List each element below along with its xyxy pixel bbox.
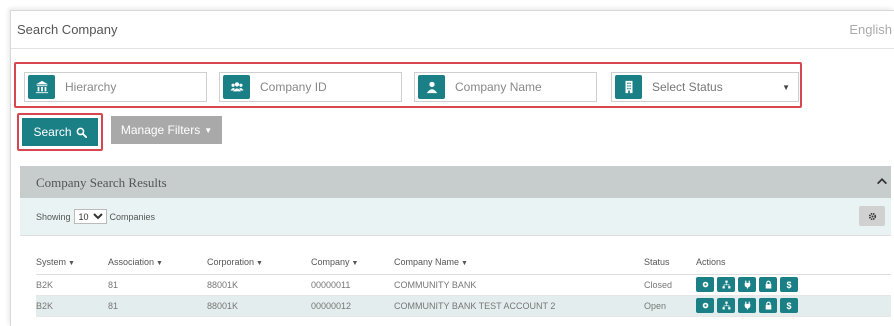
results-table: System ▼ Association ▼ Corporation ▼ Compan… xyxy=(36,250,891,317)
language-selector[interactable]: English xyxy=(849,22,892,37)
table-settings-button[interactable] xyxy=(859,206,885,226)
page-size-select[interactable]: 10 xyxy=(73,209,107,224)
status-select[interactable]: Select Status ▼ xyxy=(611,72,799,102)
company-name-input[interactable] xyxy=(455,80,585,94)
cell-status: Open xyxy=(644,295,696,317)
company-id-input[interactable] xyxy=(260,80,390,94)
column-header-system[interactable]: System ▼ xyxy=(36,250,108,275)
table-row[interactable]: B2K 81 88001K 00000012 COMMUNITY BANK TE… xyxy=(36,295,891,317)
search-button-highlight: Search xyxy=(17,113,103,151)
column-header-company-name[interactable]: Company Name ▼ xyxy=(394,250,644,275)
cell-system: B2K xyxy=(36,295,108,317)
page-title: Search Company xyxy=(17,22,118,37)
panel-title: Company Search Results xyxy=(36,175,167,190)
lock-action-icon[interactable] xyxy=(759,298,777,313)
search-button[interactable]: Search xyxy=(22,118,98,146)
company-name-field[interactable] xyxy=(414,72,597,102)
caret-down-icon: ▼ xyxy=(782,83,790,92)
manage-filters-button[interactable]: Manage Filters ▼ xyxy=(111,116,222,144)
column-header-actions: Actions xyxy=(696,250,891,275)
hierarchy-action-icon[interactable] xyxy=(717,277,735,292)
chevron-up-icon[interactable] xyxy=(875,174,889,188)
dollar-action-icon[interactable]: $ xyxy=(780,298,798,313)
cell-status: Closed xyxy=(644,274,696,296)
page-header: Search Company English xyxy=(11,11,894,49)
settings-action-icon[interactable] xyxy=(696,298,714,313)
user-icon xyxy=(418,75,445,99)
showing-suffix: Companies xyxy=(109,211,156,222)
company-search-results-panel: Company Search Results Showing 10 Compan… xyxy=(20,166,891,326)
panel-toolbar: Showing 10 Companies xyxy=(20,198,891,236)
table-row[interactable]: B2K 81 88001K 00000011 COMMUNITY BANK Cl… xyxy=(36,274,891,296)
plug-action-icon[interactable] xyxy=(738,298,756,313)
cell-corporation: 88001K xyxy=(207,295,311,317)
column-header-company[interactable]: Company ▼ xyxy=(311,250,394,275)
bank-icon xyxy=(28,75,55,99)
cell-actions: $ xyxy=(696,274,891,296)
cell-company-name: COMMUNITY BANK TEST ACCOUNT 2 xyxy=(394,295,644,317)
column-header-corporation[interactable]: Corporation ▼ xyxy=(207,250,311,275)
showing-prefix: Showing xyxy=(36,211,71,222)
search-company-page: Search Company English Select St xyxy=(10,10,894,326)
page-size-control: Showing 10 Companies xyxy=(36,209,155,224)
hierarchy-action-icon[interactable] xyxy=(717,298,735,313)
search-icon xyxy=(76,127,87,138)
hierarchy-input[interactable] xyxy=(65,80,195,94)
cell-corporation: 88001K xyxy=(207,274,311,296)
cell-association: 81 xyxy=(108,295,207,317)
company-id-field[interactable] xyxy=(219,72,402,102)
cell-association: 81 xyxy=(108,274,207,296)
plug-action-icon[interactable] xyxy=(738,277,756,292)
table-header-row: System ▼ Association ▼ Corporation ▼ Compan… xyxy=(36,250,891,275)
dollar-action-icon[interactable]: $ xyxy=(780,277,798,292)
hierarchy-field[interactable] xyxy=(24,72,207,102)
search-button-label: Search xyxy=(33,125,72,139)
cell-system: B2K xyxy=(36,274,108,296)
lock-action-icon[interactable] xyxy=(759,277,777,292)
gear-icon xyxy=(868,212,876,220)
cell-company: 00000011 xyxy=(311,274,394,296)
settings-action-icon[interactable] xyxy=(696,277,714,292)
manage-filters-label: Manage Filters xyxy=(120,123,201,137)
panel-header[interactable]: Company Search Results xyxy=(20,166,891,198)
users-icon xyxy=(223,75,250,99)
cell-actions: $ xyxy=(696,295,891,317)
caret-down-icon: ▼ xyxy=(204,125,213,135)
cell-company-name: COMMUNITY BANK xyxy=(394,274,644,296)
status-select-value: Select Status xyxy=(652,80,723,94)
column-header-association[interactable]: Association ▼ xyxy=(108,250,207,275)
building-icon xyxy=(615,75,642,99)
filter-bar: Select Status ▼ xyxy=(14,62,802,108)
column-header-status: Status xyxy=(644,250,696,275)
cell-company: 00000012 xyxy=(311,295,394,317)
